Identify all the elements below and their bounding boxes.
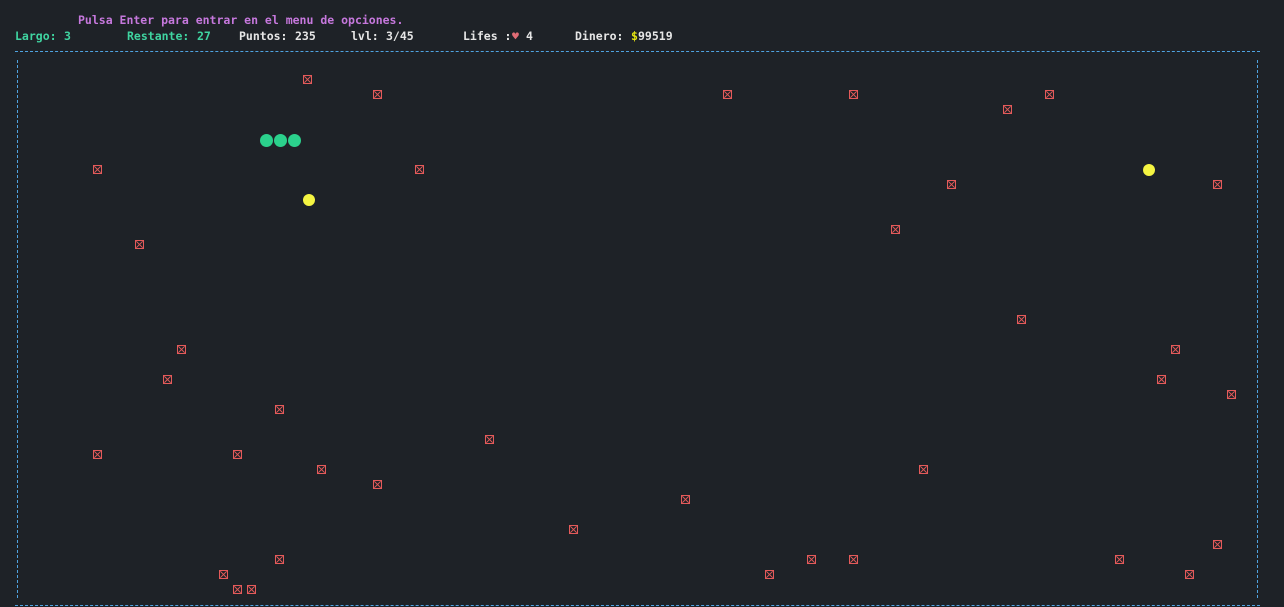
snake-segment: [274, 134, 287, 147]
snake-segment: [288, 134, 301, 147]
obstacle-icon: [947, 180, 956, 189]
obstacle-icon: [233, 585, 242, 594]
food-item: [303, 194, 315, 206]
obstacle-icon: [275, 555, 284, 564]
obstacle-icon: [1213, 180, 1222, 189]
obstacle-icon: [919, 465, 928, 474]
obstacle-icon: [849, 555, 858, 564]
obstacle-icon: [93, 450, 102, 459]
obstacle-icon: [765, 570, 774, 579]
obstacle-icon: [1171, 345, 1180, 354]
food-item: [1143, 164, 1155, 176]
obstacle-icon: [1213, 540, 1222, 549]
obstacle-icon: [1227, 390, 1236, 399]
obstacle-icon: [485, 435, 494, 444]
obstacle-icon: [681, 495, 690, 504]
obstacle-icon: [303, 75, 312, 84]
obstacle-icon: [93, 165, 102, 174]
obstacle-icon: [275, 405, 284, 414]
snake-segment: [260, 134, 273, 147]
obstacle-icon: [1045, 90, 1054, 99]
obstacle-icon: [415, 165, 424, 174]
game-board: [0, 0, 1284, 607]
obstacle-icon: [247, 585, 256, 594]
obstacle-icon: [569, 525, 578, 534]
obstacle-icon: [1185, 570, 1194, 579]
obstacle-icon: [1115, 555, 1124, 564]
obstacle-icon: [373, 480, 382, 489]
obstacle-icon: [849, 90, 858, 99]
obstacle-icon: [233, 450, 242, 459]
obstacle-icon: [317, 465, 326, 474]
obstacle-icon: [373, 90, 382, 99]
obstacle-icon: [163, 375, 172, 384]
obstacle-icon: [891, 225, 900, 234]
obstacle-icon: [1003, 105, 1012, 114]
obstacle-icon: [807, 555, 816, 564]
game-screen: Pulsa Enter para entrar en el menu de op…: [0, 0, 1284, 607]
obstacle-icon: [1157, 375, 1166, 384]
obstacle-icon: [177, 345, 186, 354]
obstacle-icon: [723, 90, 732, 99]
obstacle-icon: [135, 240, 144, 249]
obstacle-icon: [219, 570, 228, 579]
obstacle-icon: [1017, 315, 1026, 324]
